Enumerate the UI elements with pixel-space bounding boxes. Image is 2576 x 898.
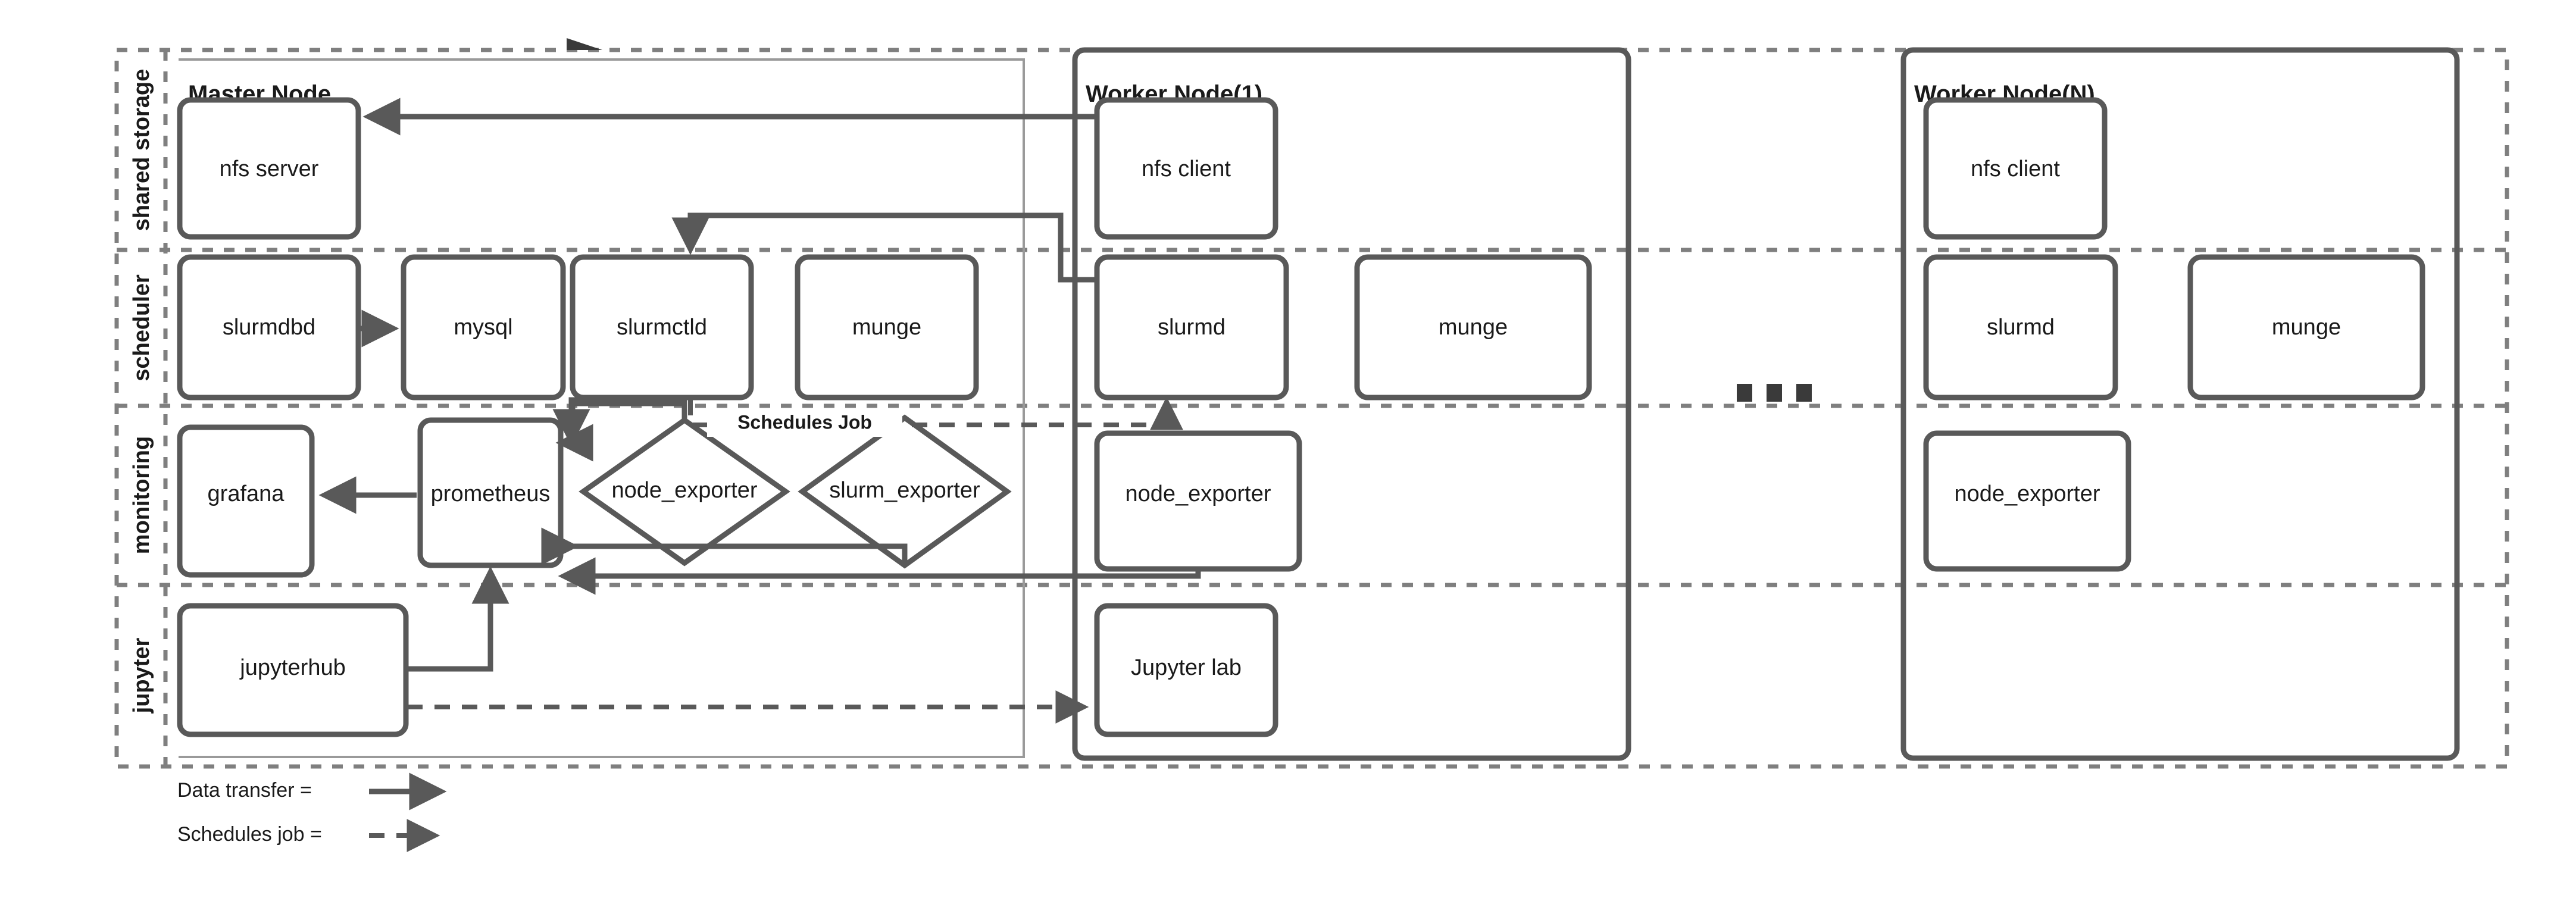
diamond-slurm-exporter-label: slurm_exporter [829, 478, 980, 503]
box-grafana-label: grafana [208, 481, 285, 506]
box-slurmd-workern-label: slurmd [1987, 315, 2055, 340]
box-slurmctld-label: slurmctld [617, 315, 707, 340]
box-prometheus[interactable]: prometheus [417, 417, 564, 568]
lane-labels: shared storage scheduler monitoring jupy… [129, 69, 154, 714]
box-grafana[interactable]: grafana [177, 424, 315, 578]
box-node-exporter-worker1-label: node_exporter [1125, 481, 1271, 506]
box-munge-workern-label: munge [2272, 315, 2341, 340]
box-jupyterhub[interactable]: jupyterhub [177, 603, 409, 737]
box-munge-workern[interactable]: munge [2187, 254, 2425, 400]
lane-label-shared-storage: shared storage [129, 69, 154, 231]
box-slurmd-workern[interactable]: slurmd [1923, 254, 2118, 400]
box-node-exporter-worker1[interactable]: node_exporter [1094, 430, 1302, 572]
box-nfs-client-workern-label: nfs client [1971, 157, 2060, 182]
legend-item-schedules-job-label: Schedules job = [177, 823, 322, 846]
box-node-exporter-workern-label: node_exporter [1954, 481, 2100, 506]
lane-label-monitoring: monitoring [129, 436, 154, 554]
edge-label-schedules-job: Schedules Job [737, 411, 872, 433]
box-slurmdbd[interactable]: slurmdbd [177, 254, 361, 400]
edge-slurm-exporter-to-prometheus [566, 527, 908, 565]
box-nfs-client-worker1[interactable]: nfs client [1094, 97, 1278, 240]
swimlane-frame [114, 48, 2509, 769]
box-nfs-client-worker1-label: nfs client [1142, 157, 1231, 182]
diagram-canvas: shared storage scheduler monitoring jupy… [0, 0, 2576, 898]
box-nfs-server-label: nfs server [220, 157, 319, 182]
diamond-slurm-exporter[interactable]: slurm_exporter [798, 414, 1012, 569]
box-munge-worker1[interactable]: munge [1354, 254, 1592, 400]
box-munge-worker1-label: munge [1439, 315, 1508, 340]
box-slurmd-worker1-label: slurmd [1158, 315, 1226, 340]
box-jupyterhub-label: jupyterhub [239, 655, 345, 680]
box-jupyter-lab-worker1-label: Jupyter lab [1131, 655, 1242, 680]
lane-label-scheduler: scheduler [129, 274, 154, 381]
box-munge-master[interactable]: munge [795, 254, 979, 400]
box-slurmctld[interactable]: slurmctld [570, 254, 754, 400]
diamond-node-exporter-master[interactable]: node_exporter [579, 417, 790, 567]
diamond-node-exporter-master-label: node_exporter [611, 478, 757, 503]
box-jupyter-lab-worker1[interactable]: Jupyter lab [1094, 603, 1278, 737]
legend-item-data-transfer-label: Data transfer = [177, 779, 312, 802]
box-munge-master-label: munge [852, 315, 921, 340]
box-slurmd-worker1[interactable]: slurmd [1094, 254, 1289, 400]
box-nfs-client-workern[interactable]: nfs client [1923, 97, 2108, 240]
box-nfs-server[interactable]: nfs server [177, 97, 361, 240]
box-mysql[interactable]: mysql [401, 254, 566, 400]
architecture-diagram: shared storage scheduler monitoring jupy… [114, 38, 2509, 852]
legend: Data transfer = Schedules job = [177, 772, 447, 852]
lane-label-jupyter: jupyter [129, 637, 154, 714]
box-slurmdbd-label: slurmdbd [223, 315, 315, 340]
box-prometheus-label: prometheus [431, 481, 551, 506]
top-frame-arrow-marker [567, 38, 602, 50]
box-mysql-label: mysql [454, 315, 512, 340]
ellipsis-more-workers [1737, 384, 1812, 402]
box-node-exporter-workern[interactable]: node_exporter [1923, 430, 2131, 572]
